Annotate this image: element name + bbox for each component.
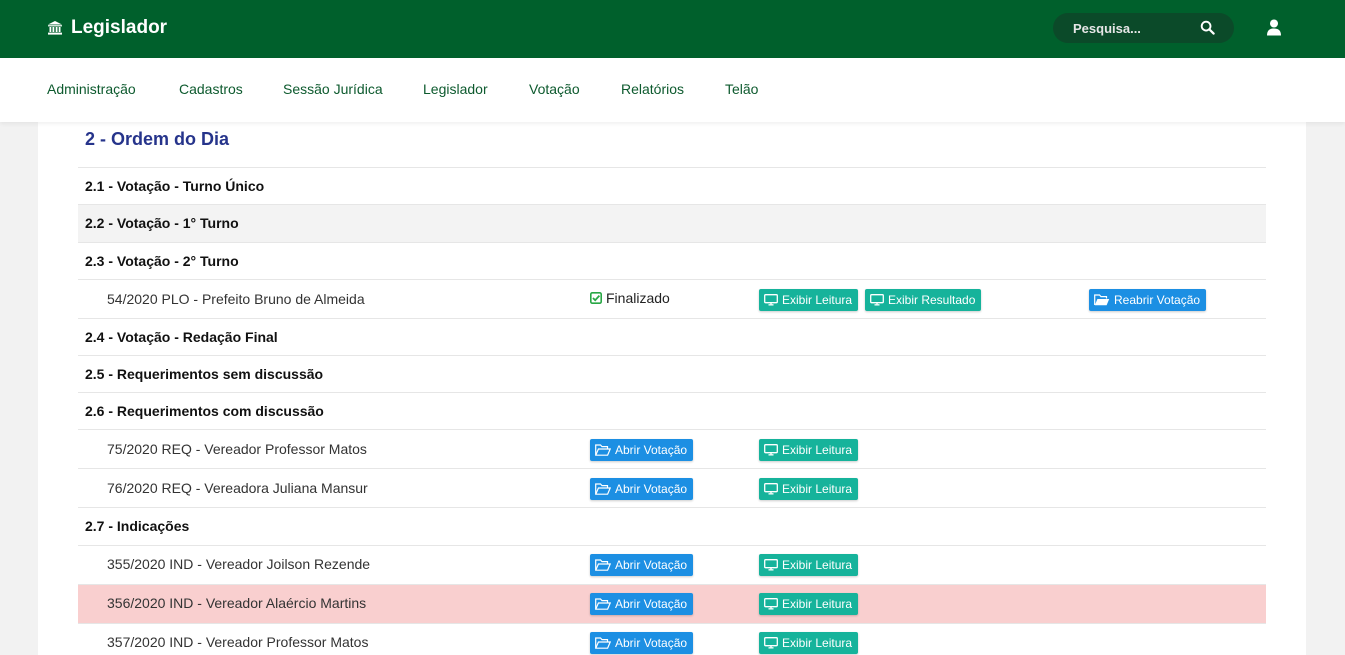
folder-open-icon <box>595 444 611 456</box>
folder-open-icon <box>595 598 611 610</box>
subsection-row: 2.4 - Votação - Redação Final <box>78 318 1266 355</box>
search-box <box>1053 13 1234 43</box>
subsection-row: 2.7 - Indicações <box>78 507 1266 545</box>
exibir-leitura-button[interactable]: Exibir Leitura <box>759 478 859 500</box>
monitor-icon <box>764 559 778 571</box>
subsection-label: 2.4 - Votação - Redação Final <box>85 329 278 345</box>
main-nav: Administração Cadastros Sessão Jurídica … <box>0 58 1345 122</box>
table-row: 355/2020 IND - Vereador Joilson Rezende … <box>78 545 1266 584</box>
item-title: 355/2020 IND - Vereador Joilson Rezende <box>107 556 371 572</box>
abrir-votacao-button[interactable]: Abrir Votação <box>590 632 694 654</box>
abrir-votacao-button[interactable]: Abrir Votação <box>590 593 694 615</box>
button-label: Exibir Leitura <box>782 597 853 611</box>
folder-open-icon <box>595 637 611 649</box>
button-label: Exibir Leitura <box>782 636 853 650</box>
landmark-icon <box>48 21 62 35</box>
exibir-leitura-button[interactable]: Exibir Leitura <box>759 593 859 615</box>
subsection-label: 2.7 - Indicações <box>85 518 190 534</box>
brand-name: Legislador <box>71 17 168 38</box>
nav-item-legislador[interactable]: Legislador <box>423 81 488 97</box>
subsection-row: 2.1 - Votação - Turno Único <box>78 167 1266 204</box>
subsection-row: 2.5 - Requerimentos sem discussão <box>78 355 1266 392</box>
abrir-votacao-button[interactable]: Abrir Votação <box>590 478 694 500</box>
subsection-label: 2.1 - Votação - Turno Único <box>85 178 265 194</box>
exibir-leitura-button[interactable]: Exibir Leitura <box>759 554 859 576</box>
nav-item-cadastros[interactable]: Cadastros <box>179 81 243 97</box>
monitor-icon <box>870 294 884 306</box>
folder-open-icon <box>595 559 611 571</box>
search-icon[interactable] <box>1200 20 1215 35</box>
button-label: Exibir Resultado <box>888 293 976 307</box>
button-label: Abrir Votação <box>615 443 688 457</box>
top-bar: Legislador <box>0 0 1345 58</box>
table-row: 357/2020 IND - Vereador Professor Matos … <box>78 623 1266 655</box>
button-label: Abrir Votação <box>615 597 688 611</box>
item-title: 75/2020 REQ - Vereador Professor Matos <box>107 441 367 457</box>
button-label: Exibir Leitura <box>782 482 853 496</box>
button-label: Exibir Leitura <box>782 293 853 307</box>
subsection-label: 2.3 - Votação - 2° Turno <box>85 253 239 269</box>
user-icon[interactable] <box>1266 19 1282 36</box>
subsection-label: 2.6 - Requerimentos com discussão <box>85 403 324 419</box>
button-label: Abrir Votação <box>615 636 688 650</box>
reabrir-votacao-button[interactable]: Reabrir Votação <box>1089 289 1207 311</box>
nav-item-relatorios[interactable]: Relatórios <box>621 81 684 97</box>
subsection-label: 2.2 - Votação - 1° Turno <box>85 215 239 231</box>
item-title: 356/2020 IND - Vereador Alaércio Martins <box>107 595 367 611</box>
button-label: Exibir Leitura <box>782 443 853 457</box>
abrir-votacao-button[interactable]: Abrir Votação <box>590 554 694 576</box>
check-square-icon <box>590 292 602 304</box>
exibir-leitura-button[interactable]: Exibir Leitura <box>759 632 859 654</box>
monitor-icon <box>764 637 778 649</box>
subsection-row: 2.6 - Requerimentos com discussão <box>78 392 1266 429</box>
table-row-highlighted: 356/2020 IND - Vereador Alaércio Martins… <box>78 584 1266 623</box>
brand[interactable]: Legislador <box>47 16 167 40</box>
item-title: 357/2020 IND - Vereador Professor Matos <box>107 634 369 650</box>
subsection-row: 2.3 - Votação - 2° Turno <box>78 242 1266 279</box>
status-badge: Finalizado <box>590 290 670 306</box>
table-row: 54/2020 PLO - Prefeito Bruno de Almeida … <box>78 279 1266 318</box>
button-label: Abrir Votação <box>615 558 688 572</box>
monitor-icon <box>764 444 778 456</box>
exibir-resultado-button[interactable]: Exibir Resultado <box>865 289 982 311</box>
item-title: 54/2020 PLO - Prefeito Bruno de Almeida <box>107 291 365 307</box>
nav-item-telao[interactable]: Telão <box>725 81 758 97</box>
monitor-icon <box>764 483 778 495</box>
item-title: 76/2020 REQ - Vereadora Juliana Mansur <box>107 480 368 496</box>
monitor-icon <box>764 294 778 306</box>
table-row: 76/2020 REQ - Vereadora Juliana Mansur A… <box>78 468 1266 507</box>
folder-open-icon <box>1094 294 1110 306</box>
exibir-leitura-button[interactable]: Exibir Leitura <box>759 439 859 461</box>
folder-open-icon <box>595 483 611 495</box>
subsection-label: 2.5 - Requerimentos sem discussão <box>85 366 324 382</box>
nav-item-sessao-juridica[interactable]: Sessão Jurídica <box>283 81 383 97</box>
section-title: 2 - Ordem do Dia <box>85 129 230 149</box>
search-input[interactable] <box>1073 20 1203 36</box>
status-text: Finalizado <box>606 290 670 306</box>
button-label: Reabrir Votação <box>1114 293 1201 307</box>
abrir-votacao-button[interactable]: Abrir Votação <box>590 439 694 461</box>
subsection-row: 2.2 - Votação - 1° Turno <box>78 204 1266 242</box>
monitor-icon <box>764 598 778 610</box>
button-label: Exibir Leitura <box>782 558 853 572</box>
exibir-leitura-button[interactable]: Exibir Leitura <box>759 289 859 311</box>
table-row: 75/2020 REQ - Vereador Professor Matos A… <box>78 429 1266 468</box>
button-label: Abrir Votação <box>615 482 688 496</box>
nav-item-votacao[interactable]: Votação <box>529 81 580 97</box>
nav-item-administracao[interactable]: Administração <box>47 81 136 97</box>
content-panel: 2 - Ordem do Dia 2.1 - Votação - Turno Ú… <box>38 122 1306 655</box>
